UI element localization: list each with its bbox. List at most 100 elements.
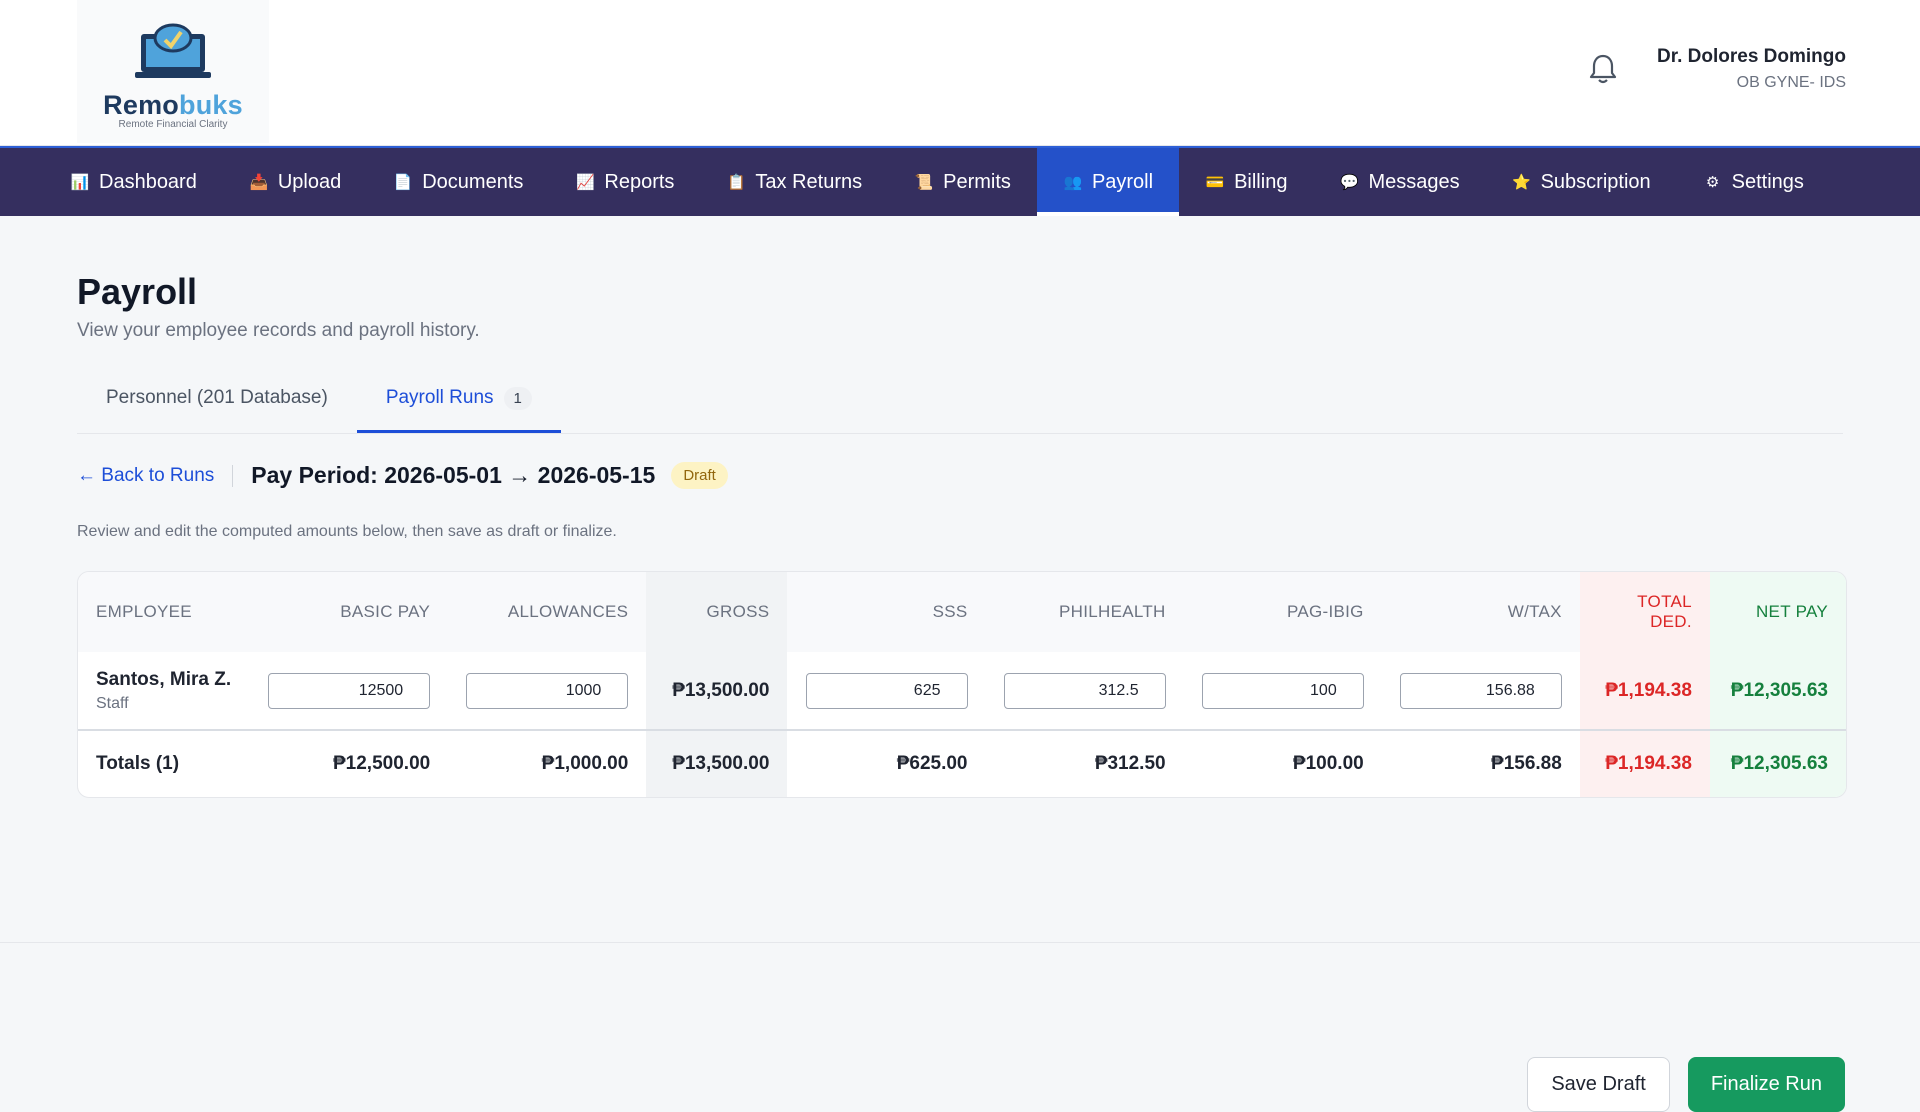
star-icon: ⭐ [1512, 174, 1531, 191]
table-header-row: EMPLOYEE BASIC PAY ALLOWANCES GROSS SSS … [78, 572, 1846, 652]
nav-item-upload[interactable]: 📥 Upload [223, 148, 367, 216]
pagibig-cell [1184, 652, 1382, 730]
nav-item-label: Messages [1368, 170, 1460, 193]
col-header-gross[interactable]: GROSS [646, 572, 788, 652]
scroll-icon: 📜 [914, 174, 934, 191]
col-header-total-ded[interactable]: TOTAL DED. [1579, 572, 1710, 652]
employee-cell: Santos, Mira Z. Staff [78, 652, 250, 730]
nav-item-reports[interactable]: 📈 Reports [549, 148, 700, 216]
inbox-tray-icon: 📥 [249, 174, 269, 191]
tab-payroll-runs[interactable]: Payroll Runs 1 [356, 363, 561, 433]
allowances-input[interactable] [466, 672, 629, 709]
app-header: Remobuks Remote Financial Clarity Dr. Do… [0, 0, 1920, 146]
basic-pay-input[interactable] [268, 672, 431, 709]
col-header-sss[interactable]: SSS [787, 572, 986, 652]
bar-chart-icon: 📊 [70, 174, 90, 191]
sss-input[interactable] [805, 672, 968, 709]
nav-item-label: Permits [943, 170, 1011, 193]
nav-item-label: Reports [604, 170, 675, 193]
notifications-bell-icon[interactable] [1588, 53, 1618, 90]
nav-item-documents[interactable]: 📄 Documents [367, 148, 549, 216]
back-to-runs-link[interactable]: ← Back to Runs [77, 465, 214, 487]
nav-item-tax-returns[interactable]: 📋 Tax Returns [700, 148, 888, 216]
employee-role: Staff [96, 694, 129, 712]
wtax-cell [1382, 652, 1580, 730]
pagibig-input[interactable] [1201, 672, 1364, 709]
total-philhealth: ₱312.50 [985, 729, 1184, 797]
col-header-employee[interactable]: EMPLOYEE [78, 572, 251, 652]
run-header: ← Back to Runs Pay Period: 2026-05-01 → … [77, 462, 728, 489]
total-basic-pay: ₱12,500.00 [250, 729, 449, 797]
document-icon: 📄 [393, 174, 413, 191]
col-header-net-pay[interactable]: NET PAY [1709, 572, 1846, 652]
col-header-basic-pay[interactable]: BASIC PAY [250, 572, 449, 652]
user-name: Dr. Dolores Domingo [1657, 46, 1846, 67]
col-header-wtax[interactable]: W/TAX [1381, 572, 1580, 652]
nav-item-label: Upload [277, 170, 342, 193]
brand-name-a: Remo [103, 90, 179, 120]
col-header-philhealth[interactable]: PHILHEALTH [985, 572, 1184, 652]
user-role: OB GYNE- IDS [1736, 74, 1846, 91]
brand-tagline: Remote Financial Clarity [118, 119, 228, 130]
main-nav: 📊 Dashboard 📥 Upload 📄 Documents 📈 Reports 📋… [0, 146, 1920, 216]
brand-wordmark: Remobuks [77, 90, 269, 121]
tab-personnel[interactable]: Personnel (201 Database) [77, 363, 357, 433]
nav-item-label: Tax Returns [755, 170, 863, 193]
laptop-cloud-logo-icon [135, 23, 211, 78]
pay-period-title: Pay Period: 2026-05-01 → 2026-05-15 [251, 462, 656, 488]
save-draft-button[interactable]: Save Draft [1527, 1057, 1670, 1112]
nav-item-label: Payroll [1091, 170, 1154, 193]
nav-item-label: Billing [1234, 170, 1288, 193]
clipboard-icon: 📋 [727, 174, 746, 191]
total-sss: ₱625.00 [787, 729, 986, 797]
edit-hint: Review and edit the computed amounts bel… [77, 523, 617, 540]
wtax-input[interactable] [1399, 672, 1562, 709]
total-gross: ₱13,500.00 [646, 729, 788, 797]
gross-cell: ₱13,500.00 [646, 652, 788, 730]
page-title: Payroll [77, 271, 198, 312]
tab-count-badge: 1 [503, 386, 532, 410]
trend-chart-icon: 📈 [576, 174, 595, 191]
finalize-run-button[interactable]: Finalize Run [1687, 1057, 1845, 1112]
divider [232, 464, 234, 487]
nav-item-label: Documents [422, 170, 524, 193]
table-row: Santos, Mira Z. Staff ₱13,500.00 ₱1,194.… [78, 652, 1846, 730]
totals-row: Totals (1) ₱12,500.00 ₱1,000.00 ₱13,500.… [78, 729, 1846, 797]
payroll-tabs: Personnel (201 Database) Payroll Runs 1 [77, 363, 1843, 434]
payroll-table-card: EMPLOYEE BASIC PAY ALLOWANCES GROSS SSS … [77, 571, 1847, 798]
allowances-cell [448, 652, 646, 730]
philhealth-input[interactable] [1003, 672, 1166, 709]
tab-label: Payroll Runs [385, 387, 494, 408]
people-icon: 👥 [1063, 174, 1083, 191]
nav-item-payroll[interactable]: 👥 Payroll [1036, 148, 1180, 216]
nav-item-billing[interactable]: 💳 Billing [1179, 148, 1313, 216]
total-deductions: ₱1,194.38 [1579, 729, 1710, 797]
nav-item-subscription[interactable]: ⭐ Subscription [1486, 148, 1677, 216]
col-header-pagibig[interactable]: PAG-IBIG [1183, 572, 1382, 652]
sss-cell [787, 652, 985, 730]
nav-item-messages[interactable]: 💬 Messages [1313, 148, 1485, 216]
brand-name-b: buks [179, 90, 243, 120]
philhealth-cell [986, 652, 1184, 730]
col-header-allowances[interactable]: ALLOWANCES [448, 572, 647, 652]
nav-item-label: Dashboard [99, 170, 197, 193]
footer-divider [0, 942, 1920, 943]
totals-label: Totals (1) [78, 729, 251, 797]
total-wtax: ₱156.88 [1381, 729, 1580, 797]
nav-item-label: Settings [1731, 170, 1804, 193]
nav-item-dashboard[interactable]: 📊 Dashboard [44, 148, 223, 216]
page-subtitle: View your employee records and payroll h… [77, 320, 480, 341]
total-net-pay: ₱12,305.63 [1709, 729, 1846, 797]
tab-label: Personnel (201 Database) [106, 387, 328, 408]
speech-bubble-icon: 💬 [1340, 174, 1359, 191]
user-profile[interactable]: Dr. Dolores Domingo OB GYNE- IDS [1657, 46, 1846, 92]
total-ded-cell: ₱1,194.38 [1579, 652, 1710, 730]
total-pagibig: ₱100.00 [1183, 729, 1382, 797]
nav-item-permits[interactable]: 📜 Permits [888, 148, 1037, 216]
employee-name: Santos, Mira Z. [96, 668, 232, 690]
gear-icon: ⚙ [1705, 174, 1720, 191]
nav-item-settings[interactable]: ⚙ Settings [1677, 148, 1830, 216]
total-allowances: ₱1,000.00 [448, 729, 647, 797]
action-buttons: Save Draft Finalize Run [1527, 1057, 1845, 1112]
brand-logo[interactable]: Remobuks Remote Financial Clarity [77, 0, 269, 143]
